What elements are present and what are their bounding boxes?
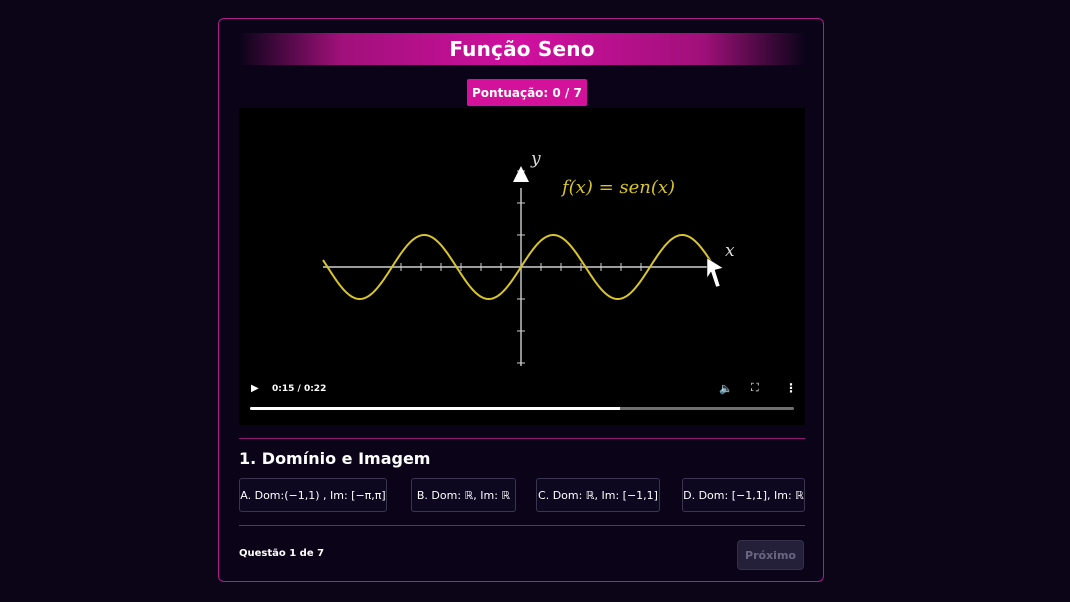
volume-icon[interactable]: 🔈 (719, 382, 733, 395)
question-counter: Questão 1 de 7 (239, 548, 325, 559)
video-time: 0:15 / 0:22 (272, 384, 327, 394)
play-icon[interactable]: ▶ (251, 383, 259, 394)
divider (239, 525, 805, 526)
page-title: Função Seno (239, 33, 805, 65)
y-axis-arrow (513, 166, 529, 182)
x-axis-label: x (725, 241, 735, 261)
video-progress-fill (250, 407, 620, 410)
cursor-icon (706, 257, 724, 288)
option-b-button[interactable]: B. Dom: ℝ, Im: ℝ (411, 478, 516, 512)
quiz-card: Função Seno Pontuação: 0 / 7 f(x) = sen(… (218, 18, 824, 582)
video-player[interactable]: f(x) = sen(x) x y ▶ 0:15 / 0:22 🔈 ⛶ ⋮ (239, 108, 805, 425)
option-c-button[interactable]: C. Dom: ℝ, Im: [−1,1] (536, 478, 660, 512)
question-title: 1. Domínio e Imagem (239, 449, 431, 468)
option-d-button[interactable]: D. Dom: [−1,1], Im: ℝ (682, 478, 805, 512)
next-button[interactable]: Próximo (737, 540, 804, 570)
video-controls: ▶ 0:15 / 0:22 🔈 ⛶ ⋮ (239, 375, 805, 425)
divider (239, 438, 805, 439)
y-axis-label: y (530, 149, 541, 169)
fullscreen-icon[interactable]: ⛶ (751, 381, 759, 395)
more-options-icon[interactable]: ⋮ (785, 381, 797, 395)
graph-formula: f(x) = sen(x) (560, 177, 675, 198)
video-progress-bar[interactable] (250, 407, 794, 410)
option-a-button[interactable]: A. Dom:(−1,1) , Im: [−π,π] (239, 478, 387, 512)
score-badge: Pontuação: 0 / 7 (467, 79, 587, 106)
